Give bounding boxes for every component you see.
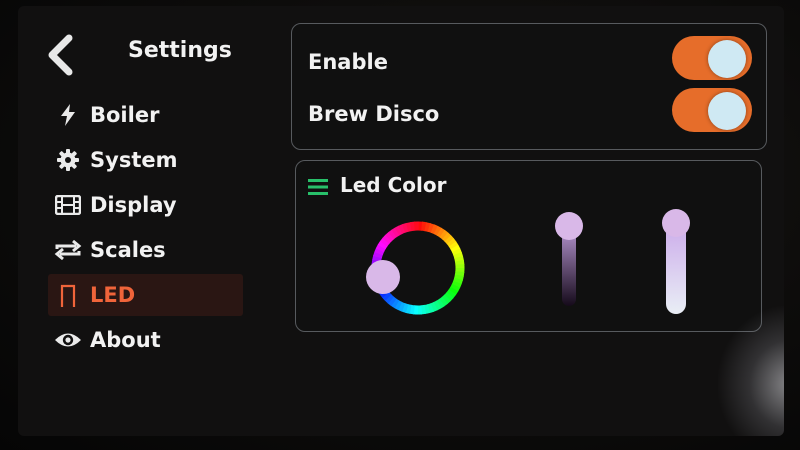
enable-label: Enable	[308, 50, 388, 74]
back-button[interactable]	[40, 28, 80, 82]
hamburger-icon	[308, 179, 328, 199]
led-color-panel: Led Color	[295, 160, 762, 332]
led-color-title: Led Color	[340, 173, 447, 197]
menu-item-led[interactable]: LED	[48, 274, 243, 316]
settings-menu: Boiler System Display Scales LED About	[48, 94, 243, 364]
repeat-icon	[54, 239, 82, 261]
toggle-knob	[708, 92, 746, 130]
saturation-slider[interactable]	[549, 206, 589, 316]
brew-disco-toggle[interactable]	[672, 88, 752, 132]
menu-item-display[interactable]: Display	[48, 184, 243, 226]
brew-disco-label: Brew Disco	[308, 102, 440, 126]
menu-item-label: About	[90, 328, 161, 352]
menu-item-system[interactable]: System	[48, 139, 243, 181]
color-wheel-knob[interactable]	[366, 260, 400, 294]
page-title: Settings	[128, 38, 232, 63]
saturation-knob[interactable]	[555, 212, 583, 240]
menu-item-boiler[interactable]: Boiler	[48, 94, 243, 136]
menu-item-label: Boiler	[90, 103, 160, 127]
menu-item-label: Display	[90, 193, 177, 217]
led-icon	[54, 284, 82, 307]
menu-item-label: Scales	[90, 238, 166, 262]
bolt-icon	[54, 104, 82, 126]
color-wheel[interactable]	[358, 208, 478, 328]
toggle-knob	[708, 40, 746, 78]
toggle-panel: Enable Brew Disco	[291, 23, 767, 150]
menu-item-label: LED	[90, 283, 136, 307]
settings-screen: Settings Boiler System Display Scales LE…	[18, 6, 784, 436]
menu-item-scales[interactable]: Scales	[48, 229, 243, 271]
menu-item-about[interactable]: About	[48, 319, 243, 361]
chevron-left-icon	[48, 34, 73, 76]
brightness-knob[interactable]	[662, 209, 690, 237]
gear-icon	[54, 149, 82, 171]
menu-item-label: System	[90, 148, 178, 172]
enable-toggle[interactable]	[672, 36, 752, 80]
brightness-slider[interactable]	[656, 206, 696, 316]
eye-icon	[54, 329, 82, 351]
film-icon	[54, 194, 82, 216]
